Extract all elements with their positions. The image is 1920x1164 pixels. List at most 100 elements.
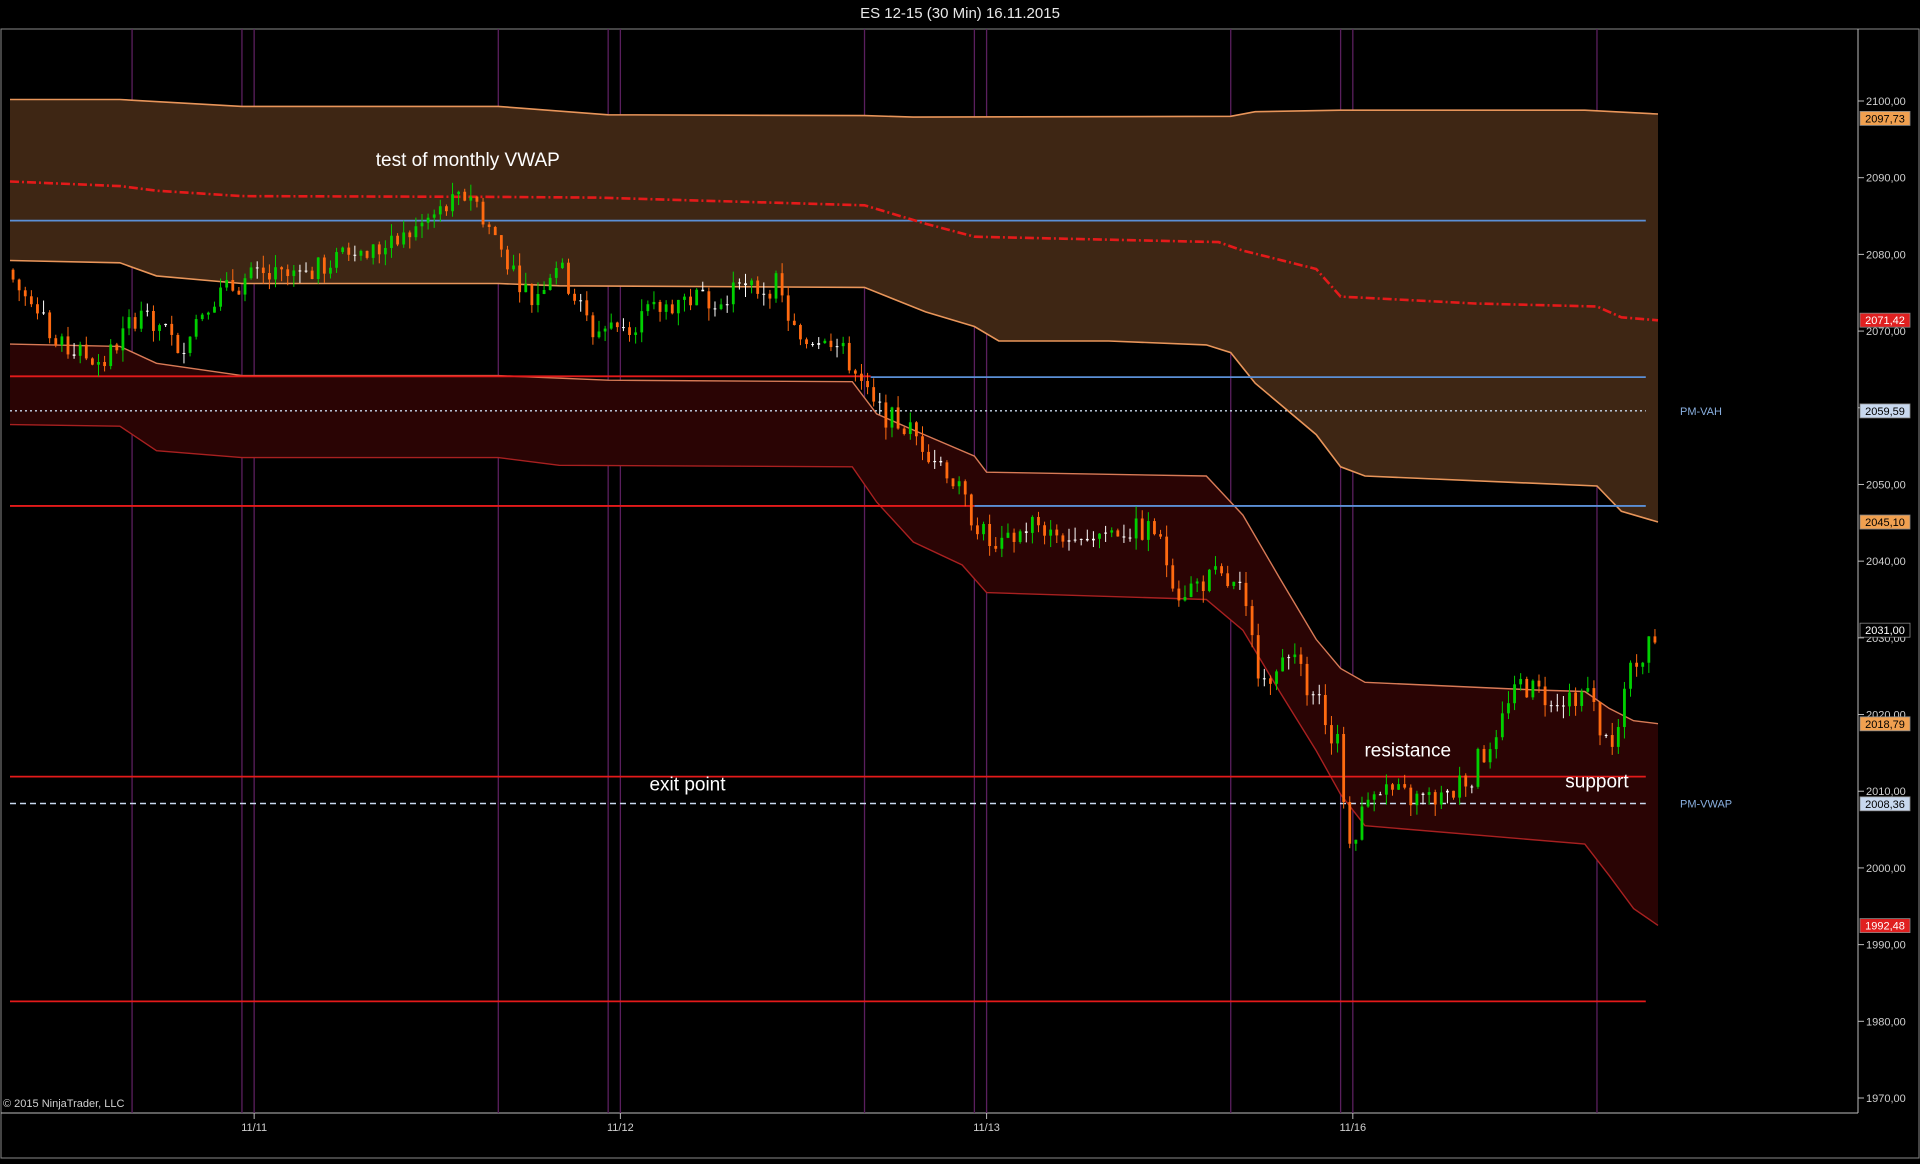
candle-body — [66, 336, 70, 355]
candle-body — [878, 401, 882, 403]
candle-body — [1507, 703, 1510, 714]
candle-body — [719, 304, 723, 310]
candle-body — [469, 196, 473, 201]
candle-body — [615, 322, 619, 328]
candle-body — [1305, 663, 1309, 696]
candle-body — [1085, 538, 1089, 541]
candle-body — [683, 296, 686, 300]
candle-body — [1568, 692, 1571, 707]
candle-body — [29, 296, 33, 305]
annotation-text: exit point — [649, 774, 726, 795]
y-tick-label: 2090,00 — [1866, 173, 1906, 185]
candle-body — [786, 295, 790, 321]
candle-body — [597, 331, 601, 338]
candle-body — [1452, 790, 1455, 798]
candle-body — [1397, 784, 1400, 790]
candle-body — [646, 304, 650, 312]
candle-body — [689, 296, 692, 306]
candle-body — [963, 481, 967, 495]
candle-body — [1311, 694, 1315, 696]
candle-body — [1012, 532, 1016, 542]
candle-body — [249, 267, 253, 279]
candle-body — [658, 301, 662, 312]
candle-body — [573, 293, 576, 301]
candle-body — [902, 428, 906, 435]
candle-body — [445, 206, 448, 212]
candle-body — [1250, 606, 1254, 636]
candle-body — [1055, 529, 1059, 536]
candle-body — [1427, 792, 1431, 795]
x-tick-label: 11/11 — [241, 1122, 267, 1134]
candle-body — [1165, 536, 1169, 566]
candle-body — [255, 267, 259, 269]
candle-body — [97, 361, 100, 365]
candle-body — [1433, 792, 1437, 805]
candle-body — [365, 250, 369, 258]
pm-vah-label: PM-VAH — [1680, 406, 1722, 418]
price-tag-label: 2018,79 — [1865, 719, 1905, 731]
candle-body — [542, 289, 546, 294]
candle-body — [1116, 530, 1120, 537]
candle-body — [744, 283, 747, 286]
candle-body — [152, 311, 155, 331]
candle-body — [109, 344, 113, 367]
candle-body — [829, 340, 833, 348]
candle-body — [896, 407, 900, 429]
candle-body — [664, 304, 668, 312]
candle-body — [536, 293, 540, 306]
candle-body — [780, 273, 784, 296]
candle-body — [811, 344, 815, 346]
candle-body — [1171, 565, 1175, 589]
chart-frame[interactable]: PM-VAH PM-VWAP test of monthly VWAP exit p… — [0, 28, 1920, 1159]
candle-body — [432, 214, 436, 218]
candle-body — [805, 339, 808, 345]
candle-body — [237, 290, 241, 295]
candle-body — [866, 380, 869, 388]
candle-body — [1384, 784, 1388, 795]
candle-body — [274, 267, 277, 280]
candle-body — [1446, 790, 1449, 793]
candle-body — [213, 306, 216, 313]
y-tick-label: 1980,00 — [1866, 1016, 1906, 1028]
candle-body — [481, 201, 485, 225]
candle-body — [1207, 569, 1211, 592]
candle-body — [78, 344, 82, 356]
candle-body — [951, 478, 955, 487]
price-chart[interactable]: PM-VAH PM-VWAP test of monthly VWAP exit p… — [0, 28, 1920, 1159]
candle-body — [1391, 784, 1394, 790]
candle-body — [670, 304, 674, 314]
candle-body — [139, 310, 143, 329]
candle-body — [11, 269, 15, 280]
candle-body — [1256, 635, 1260, 679]
candle-body — [206, 312, 210, 315]
candle-body — [524, 284, 528, 293]
candle-body — [518, 265, 522, 293]
candle-body — [1653, 636, 1657, 643]
candle-body — [243, 278, 247, 295]
candle-body — [396, 235, 399, 245]
candle-body — [347, 247, 351, 255]
candle-body — [988, 523, 992, 547]
candle-body — [1366, 799, 1370, 807]
candle-body — [1336, 733, 1339, 744]
candle-body — [1189, 583, 1193, 597]
candle-body — [1214, 566, 1217, 570]
candle-body — [310, 270, 314, 279]
candle-body — [463, 191, 467, 201]
candle-body — [652, 301, 656, 305]
candle-body — [1494, 737, 1498, 750]
candle-body — [1098, 533, 1101, 539]
price-tag-label: 1992,48 — [1865, 921, 1905, 933]
candle-body — [1030, 517, 1034, 533]
candle-body — [115, 344, 119, 351]
candle-body — [1000, 537, 1004, 549]
candle-body — [969, 494, 973, 526]
candle-body — [72, 354, 76, 356]
price-tag-label: 2097,73 — [1865, 113, 1905, 125]
candle-body — [145, 310, 149, 312]
candle-body — [1061, 535, 1065, 542]
candle-body — [725, 304, 729, 306]
candle-body — [872, 387, 876, 402]
candle-body — [1037, 517, 1040, 526]
y-tick-label: 1970,00 — [1866, 1093, 1906, 1105]
